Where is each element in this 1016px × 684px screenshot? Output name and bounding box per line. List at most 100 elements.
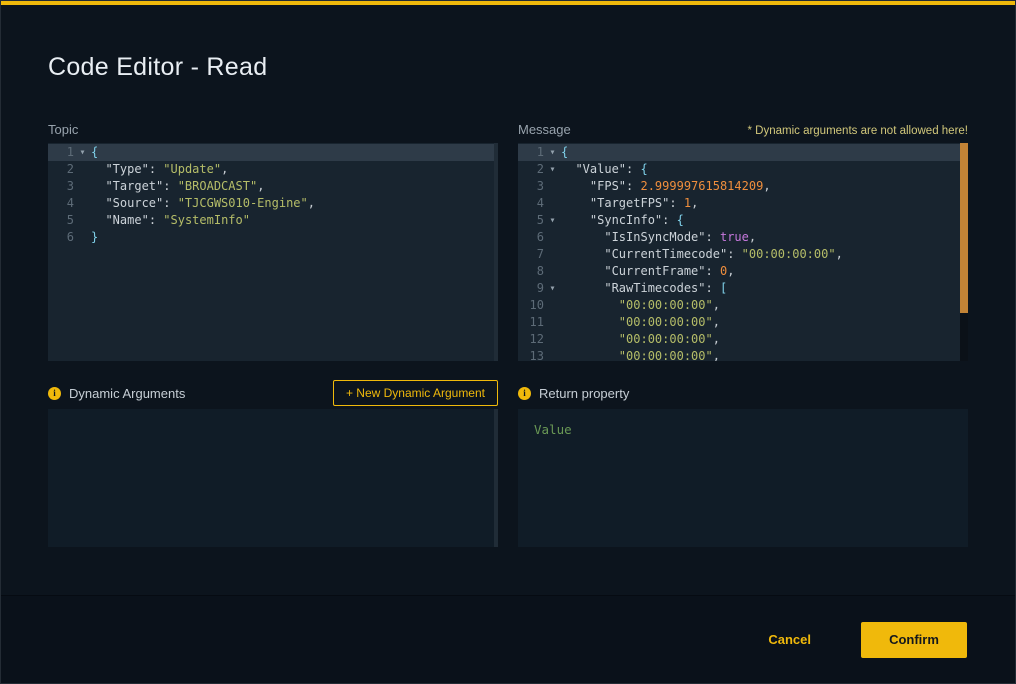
gutter: 12 bbox=[518, 331, 561, 348]
gutter: 9▾ bbox=[518, 280, 561, 297]
panels-row: i Dynamic Arguments + New Dynamic Argume… bbox=[48, 361, 968, 547]
code-line[interactable]: 11 "00:00:00:00", bbox=[518, 314, 968, 331]
gutter: 6 bbox=[48, 229, 91, 246]
code-text: "Name": "SystemInfo" bbox=[91, 212, 250, 229]
fold-spacer bbox=[74, 212, 91, 229]
topic-label: Topic bbox=[48, 122, 78, 137]
code-line[interactable]: 7 "CurrentTimecode": "00:00:00:00", bbox=[518, 246, 968, 263]
code-text: } bbox=[91, 229, 98, 246]
dynamic-arguments-header: i Dynamic Arguments + New Dynamic Argume… bbox=[48, 379, 498, 407]
line-number: 1 bbox=[48, 144, 74, 161]
gutter: 3 bbox=[48, 178, 91, 195]
return-property-label: Return property bbox=[539, 386, 629, 401]
code-line[interactable]: 5 "Name": "SystemInfo" bbox=[48, 212, 498, 229]
line-number: 6 bbox=[518, 229, 544, 246]
code-line[interactable]: 3 "Target": "BROADCAST", bbox=[48, 178, 498, 195]
code-line[interactable]: 6} bbox=[48, 229, 498, 246]
info-icon: i bbox=[48, 387, 61, 400]
gutter: 7 bbox=[518, 246, 561, 263]
code-text: "Target": "BROADCAST", bbox=[91, 178, 264, 195]
return-property-panel[interactable]: Value bbox=[518, 409, 968, 547]
code-line[interactable]: 12 "00:00:00:00", bbox=[518, 331, 968, 348]
code-text: "00:00:00:00", bbox=[561, 314, 720, 331]
code-line[interactable]: 2▾ "Value": { bbox=[518, 161, 968, 178]
line-number: 10 bbox=[518, 297, 544, 314]
fold-spacer bbox=[544, 246, 561, 263]
line-number: 8 bbox=[518, 263, 544, 280]
topic-editor-scroll-track[interactable] bbox=[494, 143, 498, 361]
return-property-value[interactable]: Value bbox=[534, 422, 572, 437]
fold-caret-icon[interactable]: ▾ bbox=[74, 144, 91, 161]
code-text: "CurrentFrame": 0, bbox=[561, 263, 734, 280]
gutter: 1▾ bbox=[48, 144, 91, 161]
fold-spacer bbox=[544, 229, 561, 246]
topic-section: Topic 1▾{2 "Type": "Update",3 "Target": … bbox=[48, 122, 498, 361]
code-text: "00:00:00:00", bbox=[561, 348, 720, 361]
code-text: "IsInSyncMode": true, bbox=[561, 229, 756, 246]
line-number: 2 bbox=[518, 161, 544, 178]
cancel-button[interactable]: Cancel bbox=[768, 632, 811, 647]
fold-caret-icon[interactable]: ▾ bbox=[544, 212, 561, 229]
return-property-section: i Return property Value bbox=[518, 361, 968, 547]
code-text: "SyncInfo": { bbox=[561, 212, 684, 229]
gutter: 4 bbox=[518, 195, 561, 212]
line-number: 1 bbox=[518, 144, 544, 161]
top-accent-bar bbox=[1, 1, 1015, 5]
dynamic-arguments-section: i Dynamic Arguments + New Dynamic Argume… bbox=[48, 361, 498, 547]
scrollbar-thumb[interactable] bbox=[960, 143, 968, 313]
editors-row: Topic 1▾{2 "Type": "Update",3 "Target": … bbox=[48, 122, 968, 361]
fold-caret-icon[interactable]: ▾ bbox=[544, 144, 561, 161]
gutter: 11 bbox=[518, 314, 561, 331]
message-code-editor[interactable]: 1▾{2▾ "Value": {3 "FPS": 2.9999976158142… bbox=[518, 143, 968, 361]
message-editor-scrollbar[interactable] bbox=[960, 143, 968, 361]
code-line[interactable]: 10 "00:00:00:00", bbox=[518, 297, 968, 314]
line-number: 11 bbox=[518, 314, 544, 331]
gutter: 8 bbox=[518, 263, 561, 280]
code-line[interactable]: 4 "Source": "TJCGWS010-Engine", bbox=[48, 195, 498, 212]
topic-header: Topic bbox=[48, 122, 498, 137]
gutter: 13 bbox=[518, 348, 561, 361]
code-text: "Source": "TJCGWS010-Engine", bbox=[91, 195, 315, 212]
line-number: 7 bbox=[518, 246, 544, 263]
code-text: { bbox=[561, 144, 568, 161]
fold-spacer bbox=[74, 161, 91, 178]
code-text: "FPS": 2.999997615814209, bbox=[561, 178, 771, 195]
fold-caret-icon[interactable]: ▾ bbox=[544, 161, 561, 178]
line-number: 9 bbox=[518, 280, 544, 297]
gutter: 10 bbox=[518, 297, 561, 314]
fold-caret-icon[interactable]: ▾ bbox=[544, 280, 561, 297]
gutter: 2▾ bbox=[518, 161, 561, 178]
code-line[interactable]: 9▾ "RawTimecodes": [ bbox=[518, 280, 968, 297]
code-text: "00:00:00:00", bbox=[561, 297, 720, 314]
dynamic-arguments-scroll-track[interactable] bbox=[494, 409, 498, 547]
gutter: 4 bbox=[48, 195, 91, 212]
code-text: "TargetFPS": 1, bbox=[561, 195, 698, 212]
code-line[interactable]: 2 "Type": "Update", bbox=[48, 161, 498, 178]
code-line[interactable]: 3 "FPS": 2.999997615814209, bbox=[518, 178, 968, 195]
fold-spacer bbox=[544, 178, 561, 195]
code-editor-dialog: Code Editor - Read Topic 1▾{2 "Type": "U… bbox=[0, 0, 1016, 684]
topic-code-editor[interactable]: 1▾{2 "Type": "Update",3 "Target": "BROAD… bbox=[48, 143, 498, 361]
line-number: 3 bbox=[518, 178, 544, 195]
code-line[interactable]: 5▾ "SyncInfo": { bbox=[518, 212, 968, 229]
code-line[interactable]: 6 "IsInSyncMode": true, bbox=[518, 229, 968, 246]
new-dynamic-argument-button[interactable]: + New Dynamic Argument bbox=[333, 380, 498, 406]
code-line[interactable]: 1▾{ bbox=[48, 144, 498, 161]
gutter: 5 bbox=[48, 212, 91, 229]
line-number: 3 bbox=[48, 178, 74, 195]
fold-spacer bbox=[544, 297, 561, 314]
code-line[interactable]: 13 "00:00:00:00", bbox=[518, 348, 968, 361]
fold-spacer bbox=[74, 229, 91, 246]
fold-spacer bbox=[544, 263, 561, 280]
code-line[interactable]: 1▾{ bbox=[518, 144, 968, 161]
fold-spacer bbox=[544, 314, 561, 331]
code-text: "Value": { bbox=[561, 161, 648, 178]
code-line[interactable]: 4 "TargetFPS": 1, bbox=[518, 195, 968, 212]
code-text: "CurrentTimecode": "00:00:00:00", bbox=[561, 246, 843, 263]
gutter: 5▾ bbox=[518, 212, 561, 229]
line-number: 13 bbox=[518, 348, 544, 361]
confirm-button[interactable]: Confirm bbox=[861, 622, 967, 658]
return-property-header: i Return property bbox=[518, 379, 968, 407]
code-line[interactable]: 8 "CurrentFrame": 0, bbox=[518, 263, 968, 280]
page-title: Code Editor - Read bbox=[48, 53, 1015, 82]
